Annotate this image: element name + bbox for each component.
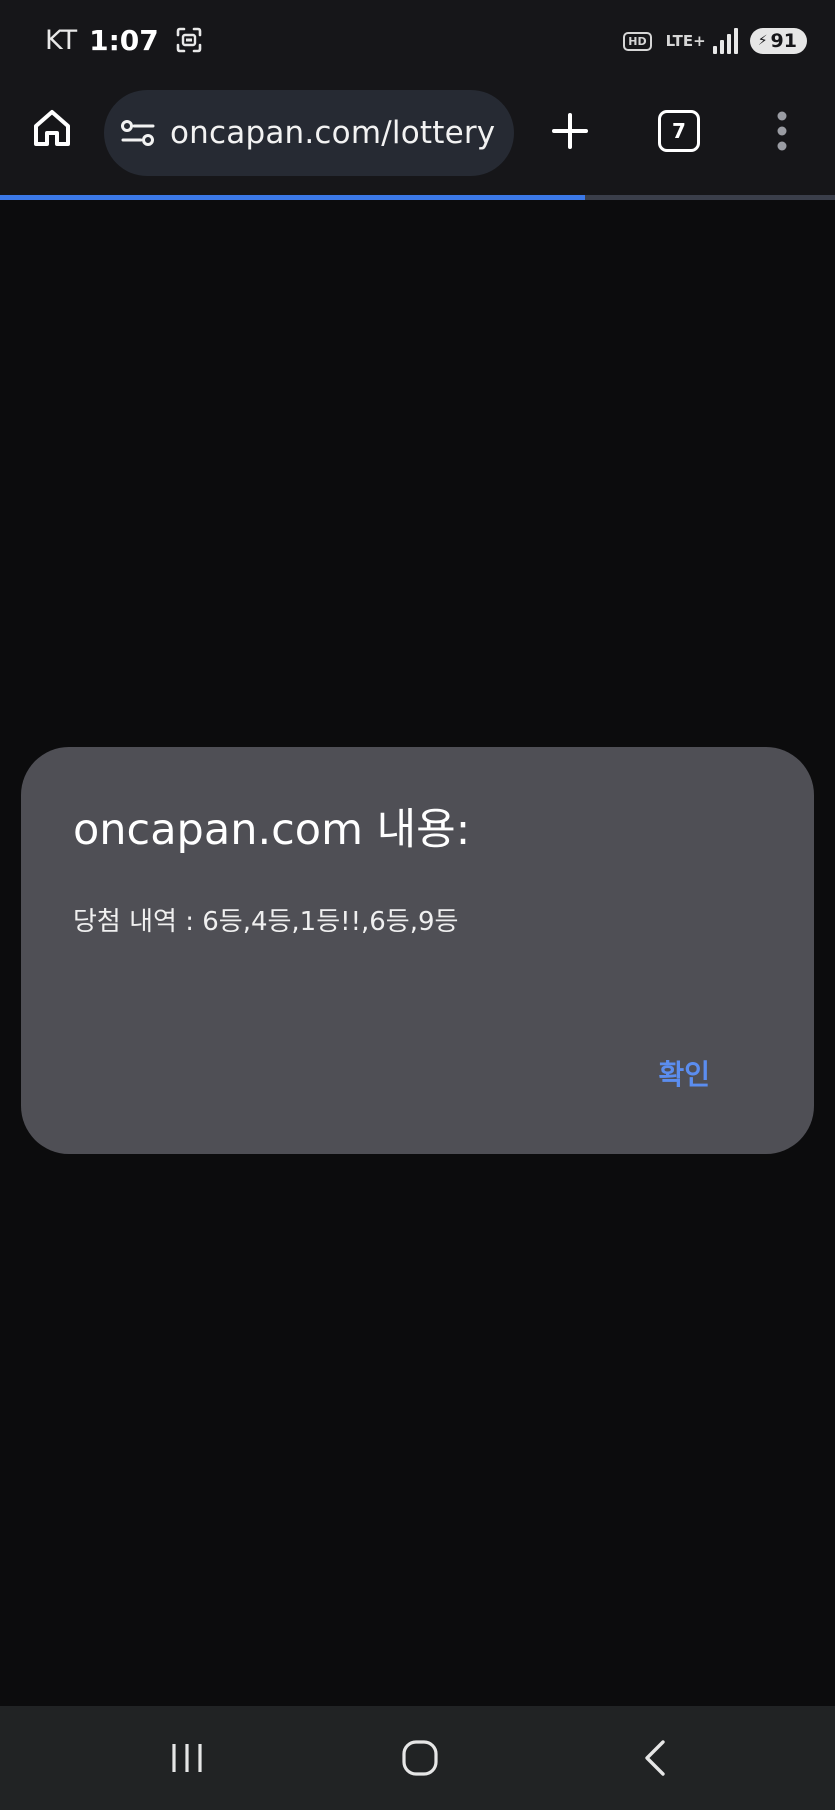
recents-icon: [172, 1744, 202, 1772]
lte-data-icon: LTE+: [665, 31, 706, 50]
browser-toolbar: oncapan.com/lottery 7: [0, 80, 835, 196]
screen-capture-icon: [175, 26, 203, 54]
page-load-progress: [0, 195, 835, 200]
back-chevron-icon: [645, 1740, 665, 1776]
home-circle-icon: [402, 1740, 438, 1776]
battery-level: 91: [770, 30, 797, 52]
url-text: oncapan.com/lottery: [170, 115, 496, 151]
new-tab-button[interactable]: [545, 106, 595, 156]
new-tab-icon: [552, 113, 588, 149]
status-bar: KT 1:07 HD LTE+ ⚡ 91: [0, 0, 835, 80]
tab-switcher-icon: 7: [658, 110, 700, 152]
dialog-title: oncapan.com 내용:: [73, 805, 471, 855]
more-vert-icon: [777, 111, 787, 151]
bolt-icon: ⚡: [757, 33, 768, 49]
signal-bars-icon: [712, 27, 738, 55]
carrier-label: KT: [45, 24, 78, 56]
status-right: HD LTE+ ⚡ 91: [623, 24, 807, 58]
tab-count: 7: [672, 119, 686, 143]
address-bar[interactable]: oncapan.com/lottery: [104, 90, 514, 176]
battery-charging-icon: ⚡ 91: [749, 28, 807, 54]
site-settings-icon[interactable]: [120, 117, 156, 149]
system-nav-bar: [0, 1706, 835, 1810]
status-clock: 1:07: [89, 23, 159, 57]
ok-button[interactable]: 확인: [658, 1045, 710, 1101]
alert-dialog: oncapan.com 내용: 당첨 내역 : 6등,4등,1등!!,6등,9등…: [21, 747, 814, 1154]
home-icon: [34, 110, 70, 146]
page-load-progress-fill: [0, 195, 585, 200]
home-button[interactable]: [26, 102, 78, 154]
hd-voice-icon: HD: [623, 31, 652, 51]
recents-button[interactable]: [157, 1732, 217, 1784]
phone-screen: KT 1:07 HD LTE+ ⚡ 91 oncapan.com/lottery…: [0, 0, 835, 1810]
status-left: KT 1:07: [45, 22, 203, 58]
more-menu-button[interactable]: [765, 106, 799, 156]
home-nav-button[interactable]: [390, 1732, 450, 1784]
dialog-message: 당첨 내역 : 6등,4등,1등!!,6등,9등: [73, 907, 459, 937]
tab-switcher-button[interactable]: 7: [656, 108, 702, 154]
back-button[interactable]: [624, 1732, 684, 1784]
